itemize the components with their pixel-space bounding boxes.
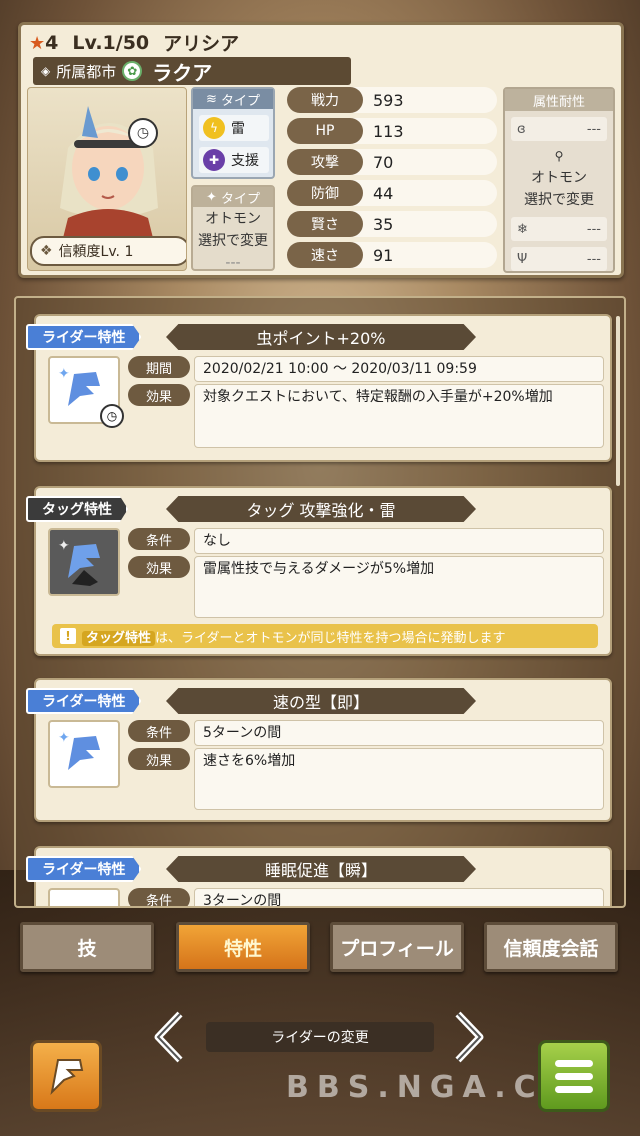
rider-type-box: ≋ タイプ ϟ 雷 ✚ 支援: [191, 87, 275, 179]
otomon-type-value: ---: [225, 255, 241, 271]
stat-speed: 速さ 91: [287, 242, 497, 268]
trait-title: 睡眠促進【瞬】: [166, 856, 476, 882]
otomon-type-text1: オトモン: [205, 211, 261, 227]
svg-text:✦: ✦: [58, 730, 70, 746]
chevron-right-icon: [455, 1011, 484, 1063]
paw-icon: ✦: [206, 189, 217, 205]
wing-icon: ≋: [206, 91, 217, 107]
portrait-image: [60, 106, 158, 238]
trait-title: 虫ポイント+20%: [166, 324, 476, 350]
clock-badge-icon: ◷: [128, 118, 158, 148]
tag-trait-icon: ✦: [48, 528, 120, 596]
prev-rider-button[interactable]: [152, 1010, 186, 1064]
heart-icon: ❖: [40, 243, 53, 259]
tab-traits[interactable]: 特性: [176, 922, 310, 972]
support-icon: ✚: [203, 149, 225, 171]
warning-icon: !: [60, 628, 76, 644]
otomon-type-text2: 選択で変更: [198, 233, 268, 249]
stats-panel: 戦力 593 HP 113 攻撃 70 防御 44 賢さ 35 速さ 91: [287, 87, 497, 273]
rider-trait-tag: ライダー特性: [26, 324, 142, 350]
resist-row-ice: ❄ ---: [511, 217, 607, 241]
trait-card-2: タッグ特性 タッグ 攻撃強化・雷 ✦ 条件 なし 効果 雷属性技で与えるダメージが5…: [26, 486, 612, 656]
rider-trait-icon: [48, 888, 120, 906]
resistance-panel: 属性耐性 ɞ --- ⚲ オトモン 選択で変更 ❄ --- Ψ ---: [503, 87, 615, 273]
element-row: ϟ 雷: [199, 115, 269, 141]
trait-card-1: ライダー特性 虫ポイント+20% ✦ ◷ 期間 2020/02/21 10:00 …: [26, 314, 612, 462]
star-icon: ★: [29, 32, 46, 54]
rider-emblem-icon: [50, 1059, 84, 1095]
resist-row-fire: ɞ ---: [511, 117, 607, 141]
svg-text:✦: ✦: [58, 538, 70, 554]
menu-icon: [555, 1059, 593, 1067]
resist-otomon-text: ⚲ オトモン 選択で変更: [505, 145, 613, 211]
rider-trait-tag: ライダー特性: [26, 856, 142, 882]
city-name: ラクア: [152, 60, 213, 85]
level: Lv.1/50: [72, 31, 150, 54]
trait-title: 速の型【即】: [166, 688, 476, 714]
rider-trait-icon: ✦ ◷: [48, 356, 124, 428]
trait-title: タッグ 攻撃強化・雷: [166, 496, 476, 522]
trait-list[interactable]: ライダー特性 虫ポイント+20% ✦ ◷ 期間 2020/02/21 10:00 …: [14, 296, 626, 908]
role-row: ✚ 支援: [199, 147, 269, 173]
type-header: ≋ タイプ: [193, 89, 273, 109]
stat-attack: 攻撃 70: [287, 149, 497, 175]
tag-trait-tag: タッグ特性: [26, 496, 128, 522]
condition-row: 条件 5ターンの間: [128, 720, 604, 746]
stat-defense: 防御 44: [287, 180, 497, 206]
tab-skills[interactable]: 技: [20, 922, 154, 972]
effect-row: 効果 速さを6%増加: [128, 748, 604, 810]
change-rider-button[interactable]: ライダーの変更: [206, 1022, 434, 1052]
rarity: 4: [45, 31, 59, 54]
watermark: BBS.NGA.CN: [286, 1070, 577, 1105]
back-button[interactable]: [30, 1040, 102, 1112]
resistance-header: 属性耐性: [505, 89, 613, 111]
condition-row: 条件 3ターンの間: [128, 888, 604, 906]
tab-profile[interactable]: プロフィール: [330, 922, 464, 972]
tag-trait-note: ! タッグ特性 は、ライダーとオトモンが同じ特性を持つ場合に発動します: [52, 624, 598, 648]
character-header: ★4 Lv.1/50 アリシア ◈ 所属都市 ✿ ラクア ◷ ❖ 信頼度Lv. …: [18, 22, 624, 278]
period-row: 期間 2020/02/21 10:00 ～ 2020/03/11 09:59: [128, 356, 604, 382]
next-rider-button[interactable]: [452, 1010, 486, 1064]
title-row: ★4 Lv.1/50 アリシア: [29, 29, 239, 56]
shield-icon: ⚲: [554, 149, 564, 163]
effect-row: 効果 雷属性技で与えるダメージが5%増加: [128, 556, 604, 618]
trait-card-3: ライダー特性 速の型【即】 ✦ 条件 5ターンの間 効果 速さを6%増加: [26, 678, 612, 822]
role-label: 支援: [231, 153, 259, 169]
stat-power: 戦力 593: [287, 87, 497, 113]
trust-text: 信頼度Lv. 1: [58, 244, 134, 260]
scrollbar[interactable]: [616, 316, 620, 486]
element-label: 雷: [231, 121, 245, 137]
city-bar: ◈ 所属都市 ✿ ラクア: [33, 57, 351, 85]
ice-icon: ❄: [517, 221, 528, 237]
rider-trait-tag: ライダー特性: [26, 688, 142, 714]
character-name: アリシア: [163, 33, 240, 55]
city-emblem-icon: ✿: [122, 61, 143, 81]
dragon-icon: Ψ: [517, 251, 528, 267]
rider-trait-icon: ✦: [48, 720, 120, 788]
stat-intelligence: 賢さ 35: [287, 211, 497, 237]
trait-card-4: ライダー特性 睡眠促進【瞬】 条件 3ターンの間: [26, 846, 612, 906]
menu-button[interactable]: [538, 1040, 610, 1112]
character-portrait[interactable]: ◷ ❖ 信頼度Lv. 1: [27, 87, 187, 271]
diamond-icon: ◈: [41, 64, 51, 78]
tab-trust-talk[interactable]: 信頼度会話: [484, 922, 618, 972]
tab-bar: 技 特性 プロフィール 信頼度会話: [20, 922, 620, 974]
thunder-icon: ϟ: [203, 117, 225, 139]
city-label: 所属都市: [56, 62, 117, 81]
otomon-type-box: ✦ タイプ オトモン 選択で変更 ---: [191, 185, 275, 271]
otomon-type-header: ✦ タイプ: [193, 187, 273, 207]
svg-text:✦: ✦: [58, 366, 70, 382]
condition-row: 条件 なし: [128, 528, 604, 554]
stat-hp: HP 113: [287, 118, 497, 144]
trust-level: ❖ 信頼度Lv. 1: [30, 236, 186, 266]
resist-row-dragon: Ψ ---: [511, 247, 607, 271]
effect-row: 効果 対象クエストにおいて、特定報酬の入手量が+20%増加: [128, 384, 604, 448]
chevron-left-icon: [154, 1011, 183, 1063]
clock-badge-icon: ◷: [100, 404, 124, 428]
flame-icon: ɞ: [517, 121, 526, 137]
